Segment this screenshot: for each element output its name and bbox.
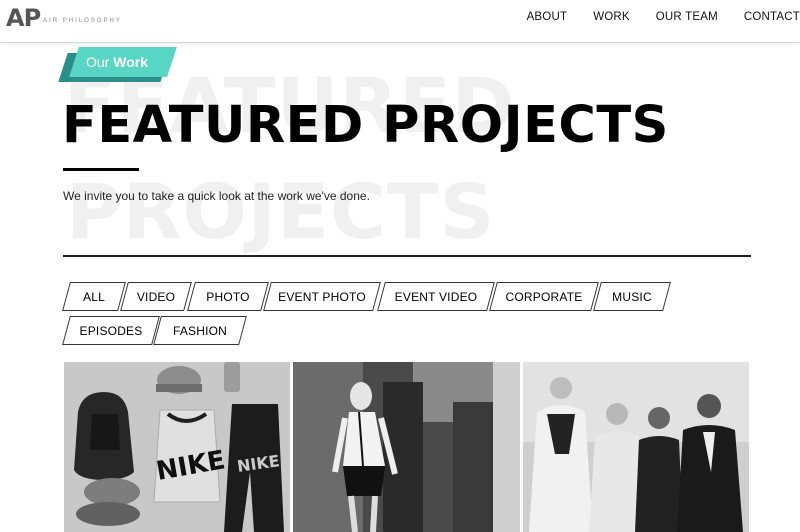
- gallery-item-fashion-model[interactable]: [293, 362, 520, 532]
- logo-text: AIR PHILOSOPHY: [43, 18, 122, 24]
- logo[interactable]: AP AIR PHILOSOPHY: [6, 6, 122, 30]
- nav-about[interactable]: ABOUT: [527, 10, 568, 24]
- filter-corporate[interactable]: CORPORATE: [489, 282, 599, 311]
- nav-work[interactable]: WORK: [593, 10, 630, 24]
- filter-label: MUSIC: [612, 289, 652, 304]
- background-word-projects: PROJECTS: [66, 167, 496, 256]
- nike-flatlay-image: NIKE NIKE: [64, 362, 290, 532]
- filter-label: PHOTO: [206, 289, 250, 304]
- fashion-model-image: [293, 362, 520, 532]
- filter-label: ALL: [83, 289, 105, 304]
- nav-contact[interactable]: CONTACT: [744, 10, 800, 24]
- eyebrow-label: Our Work: [86, 54, 148, 70]
- filter-fashion[interactable]: FASHION: [153, 316, 247, 345]
- filter-video[interactable]: VIDEO: [120, 282, 192, 311]
- filter-label: EVENT PHOTO: [278, 289, 366, 304]
- page-title: FEATURED PROJECTS: [62, 96, 669, 155]
- main-nav: ABOUT WORK OUR TEAM CONTACT: [527, 10, 800, 24]
- event-group-image: [523, 362, 749, 532]
- filter-label: CORPORATE: [505, 289, 583, 304]
- gallery-item-nike-flatlay[interactable]: NIKE NIKE: [64, 362, 290, 532]
- eyebrow-light: Our: [86, 54, 110, 70]
- title-underline: [63, 168, 139, 171]
- site-header: AP AIR PHILOSOPHY ABOUT WORK OUR TEAM CO…: [0, 0, 800, 43]
- filter-photo[interactable]: PHOTO: [187, 282, 269, 311]
- filter-all[interactable]: ALL: [62, 282, 126, 311]
- section-divider: [63, 255, 751, 257]
- filter-label: FASHION: [172, 323, 228, 338]
- filter-episodes[interactable]: EPISODES: [62, 316, 160, 345]
- nav-our-team[interactable]: OUR TEAM: [656, 10, 718, 24]
- logo-mark: AP: [6, 4, 41, 32]
- filter-event-photo[interactable]: EVENT PHOTO: [263, 282, 381, 311]
- eyebrow-bold: Work: [113, 54, 148, 70]
- gallery-item-event-group[interactable]: [523, 362, 749, 532]
- filter-music[interactable]: MUSIC: [593, 282, 671, 311]
- intro-text: We invite you to take a quick look at th…: [63, 189, 370, 203]
- filter-event-video[interactable]: EVENT VIDEO: [377, 282, 495, 311]
- filter-label: EVENT VIDEO: [394, 289, 478, 304]
- filter-label: EPISODES: [79, 323, 143, 338]
- filter-label: VIDEO: [136, 289, 176, 304]
